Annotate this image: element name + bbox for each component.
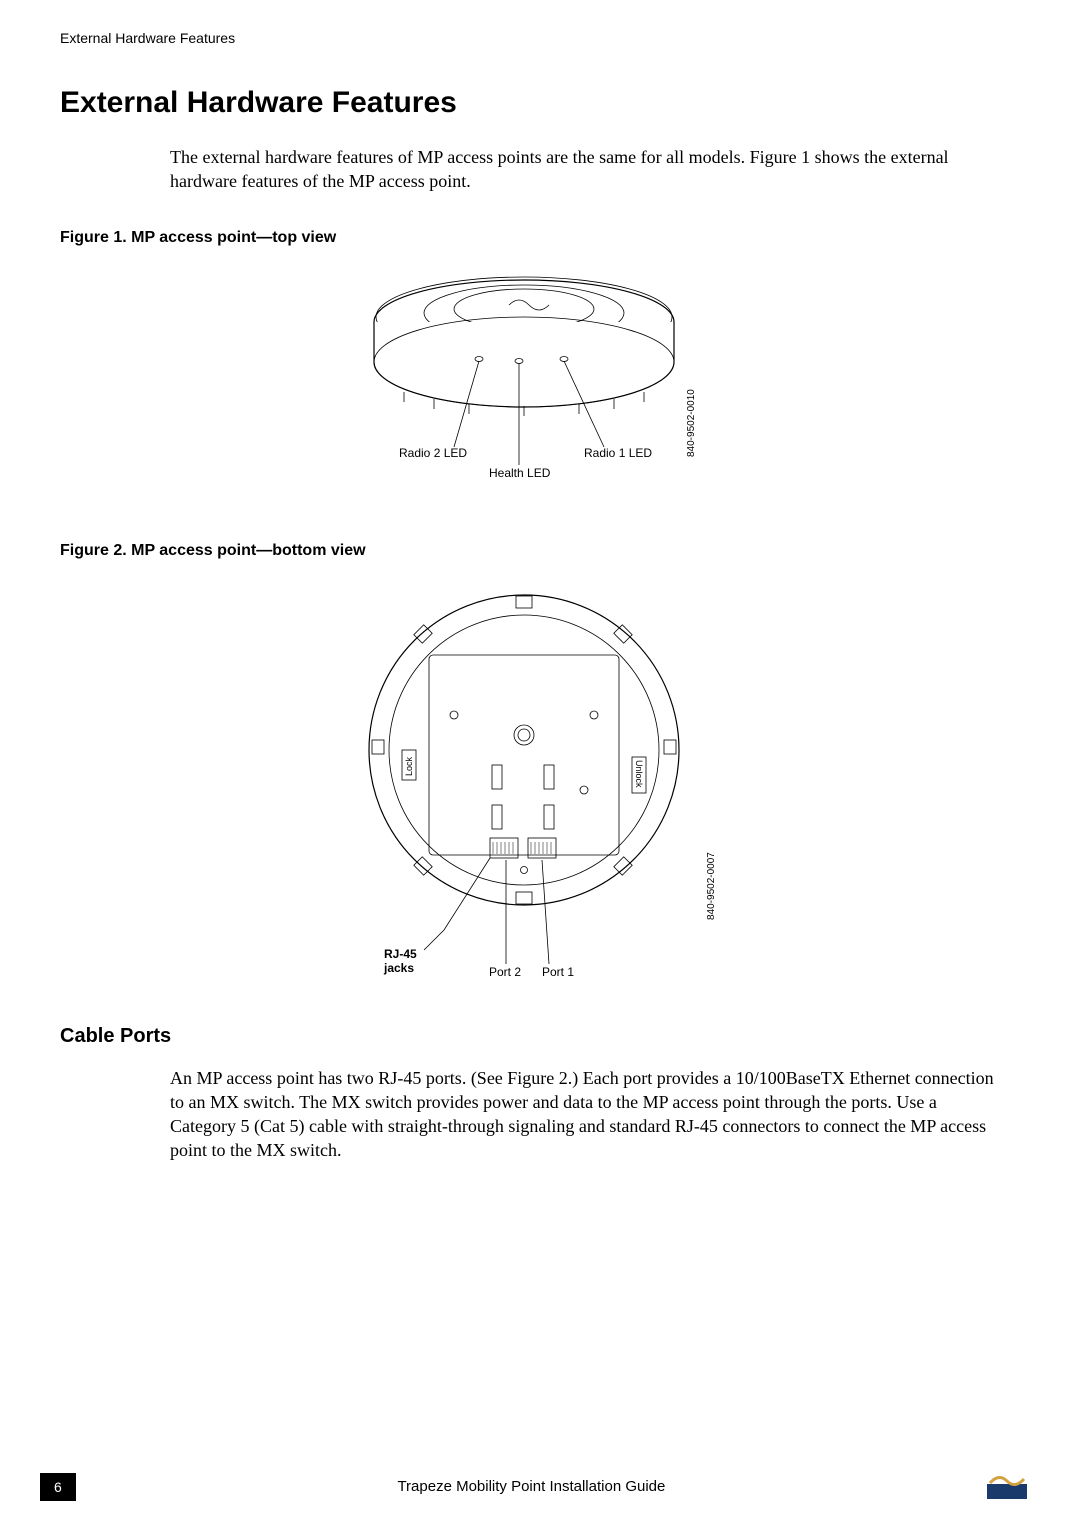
port1-label: Port 1 (542, 965, 574, 979)
page-footer: 6 Trapeze Mobility Point Installation Gu… (0, 1469, 1067, 1504)
radio1-led-label: Radio 1 LED (584, 446, 652, 460)
health-led-label: Health LED (489, 466, 551, 480)
figure2-container: Lock Unlock RJ-45 jacks Port 2 Port 1 84… (60, 580, 1007, 980)
unlock-label: Unlock (634, 760, 644, 788)
intro-paragraph: The external hardware features of MP acc… (170, 145, 1007, 194)
page-number-badge: 6 (40, 1473, 76, 1501)
running-header: External Hardware Features (60, 30, 1007, 46)
figure2-partno: 840-9502-0007 (706, 851, 717, 919)
footer-logo-icon (987, 1469, 1027, 1504)
cable-ports-paragraph: An MP access point has two RJ-45 ports. … (170, 1066, 1007, 1163)
port2-label: Port 2 (489, 965, 521, 979)
figure1-partno: 840-9502-0010 (686, 388, 697, 456)
rj45-label-line2: jacks (383, 961, 414, 975)
figure1-container: Radio 2 LED Health LED Radio 1 LED 840-9… (60, 267, 1007, 497)
figure2-svg: Lock Unlock RJ-45 jacks Port 2 Port 1 84… (294, 580, 774, 980)
radio2-led-label: Radio 2 LED (399, 446, 467, 460)
rj45-label-line1: RJ-45 (384, 947, 417, 961)
figure1-label: Figure 1. MP access point—top view (60, 229, 1007, 247)
figure2-label: Figure 2. MP access point—bottom view (60, 542, 1007, 560)
cable-ports-heading: Cable Ports (60, 1025, 1007, 1048)
page-title-h1: External Hardware Features (60, 86, 1007, 120)
figure1-svg: Radio 2 LED Health LED Radio 1 LED 840-9… (294, 267, 774, 497)
footer-title: Trapeze Mobility Point Installation Guid… (76, 1478, 987, 1495)
lock-label: Lock (404, 756, 414, 776)
